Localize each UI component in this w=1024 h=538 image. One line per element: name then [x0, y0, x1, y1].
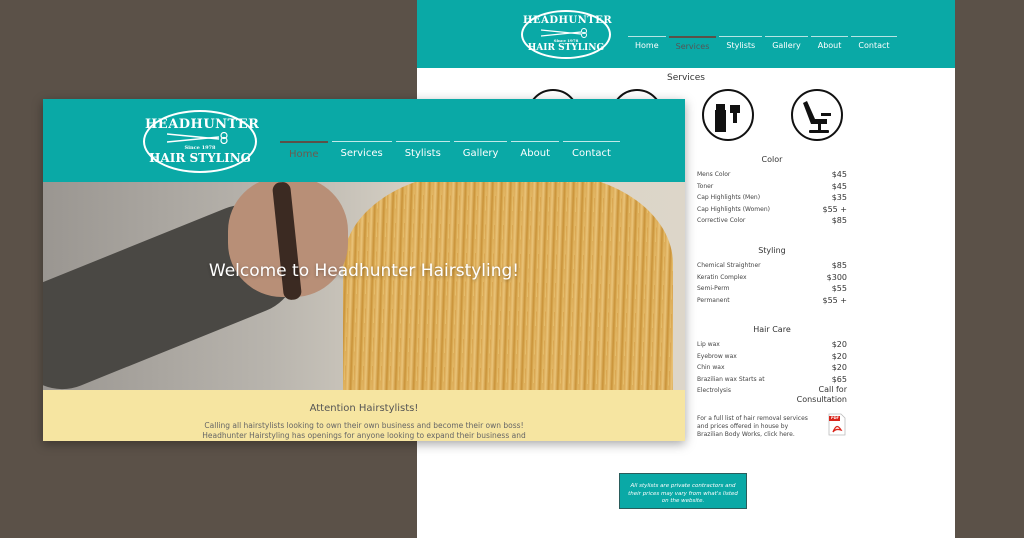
price-row: Cap Highlights (Men) $35 — [697, 193, 847, 202]
site-header: HEADHUNTER Since 1978 HAIR STYLING Home … — [43, 99, 685, 182]
attention-title: Attention Hairstylists! — [309, 403, 419, 414]
site-header: HEADHUNTER Since 1978 HAIR STYLING Home … — [417, 0, 955, 68]
styling-heading: Styling — [758, 246, 786, 255]
nav-contact[interactable]: Contact — [851, 36, 897, 51]
price-row: Chin wax $20 — [697, 363, 847, 372]
scissors-icon — [167, 132, 228, 144]
main-nav: Home Services Stylists Gallery About Con… — [628, 36, 900, 51]
haircare-heading: Hair Care — [753, 325, 791, 334]
stylist-footnote: All stylists are private contractors and… — [619, 473, 747, 509]
attention-body: Calling all hairstylists looking to own … — [202, 421, 526, 440]
price-row: Keratin Complex $300 — [697, 272, 847, 282]
price-row: Toner $45 — [697, 181, 847, 191]
nav-home[interactable]: Home — [628, 36, 666, 51]
price-row: Electrolysis Call for Consultation — [697, 385, 847, 404]
price-row: Brazilian wax Starts at $65 — [697, 374, 847, 384]
price-row: Lip wax $20 — [697, 340, 847, 349]
nav-gallery[interactable]: Gallery — [765, 36, 808, 51]
styling-price-list: Styling Chemical Straightner $85 Keratin … — [697, 246, 847, 306]
price-row: Semi-Perm $55 — [697, 284, 847, 293]
nav-services[interactable]: Services — [668, 36, 717, 51]
hair-dye-icon — [702, 89, 754, 141]
nav-services[interactable]: Services — [331, 141, 392, 160]
main-nav: Home Services Stylists Gallery About Con… — [280, 141, 624, 160]
site-logo[interactable]: HEADHUNTER Since 1978 HAIR STYLING — [521, 10, 612, 59]
pdf-icon[interactable]: PDF — [828, 413, 846, 436]
hero-title: Welcome to Headhunter Hairstyling! — [208, 261, 520, 281]
nav-gallery[interactable]: Gallery — [453, 141, 508, 160]
nav-contact[interactable]: Contact — [563, 141, 620, 160]
nav-stylists[interactable]: Stylists — [395, 141, 450, 160]
nav-about[interactable]: About — [810, 36, 849, 51]
price-row: Mens Color $45 — [697, 170, 847, 179]
hair-removal-note[interactable]: For a full list of hair removal services… — [697, 415, 815, 439]
price-row: Corrective Color $85 — [697, 216, 847, 225]
attention-banner: Attention Hairstylists! Calling all hair… — [43, 390, 685, 441]
color-heading: Color — [761, 155, 783, 164]
price-row: Chemical Straightner $85 — [697, 261, 847, 270]
price-row: Permanent $55 + — [697, 295, 847, 305]
nav-stylists[interactable]: Stylists — [719, 36, 763, 51]
price-row: Eyebrow wax $20 — [697, 351, 847, 361]
salon-chair-icon — [791, 89, 843, 141]
services-heading: Services — [667, 73, 705, 83]
hero-hair-photo — [343, 182, 673, 390]
haircare-price-list: Hair Care Lip wax $20 Eyebrow wax $20 Chin… — [697, 325, 847, 405]
color-price-list: Color Mens Color $45 Toner $45 Cap Highlig… — [697, 155, 847, 227]
pdf-label: PDF — [831, 416, 839, 420]
home-page-window: HEADHUNTER Since 1978 HAIR STYLING Home … — [43, 99, 685, 441]
site-logo[interactable]: HEADHUNTER Since 1978 HAIR STYLING — [143, 110, 259, 173]
nav-about[interactable]: About — [511, 141, 559, 160]
price-row: Cap Highlights (Women) $55 + — [697, 204, 847, 214]
hero-banner: Welcome to Headhunter Hairstyling! — [43, 182, 685, 390]
nav-home[interactable]: Home — [280, 141, 328, 160]
scissors-icon — [541, 28, 587, 38]
